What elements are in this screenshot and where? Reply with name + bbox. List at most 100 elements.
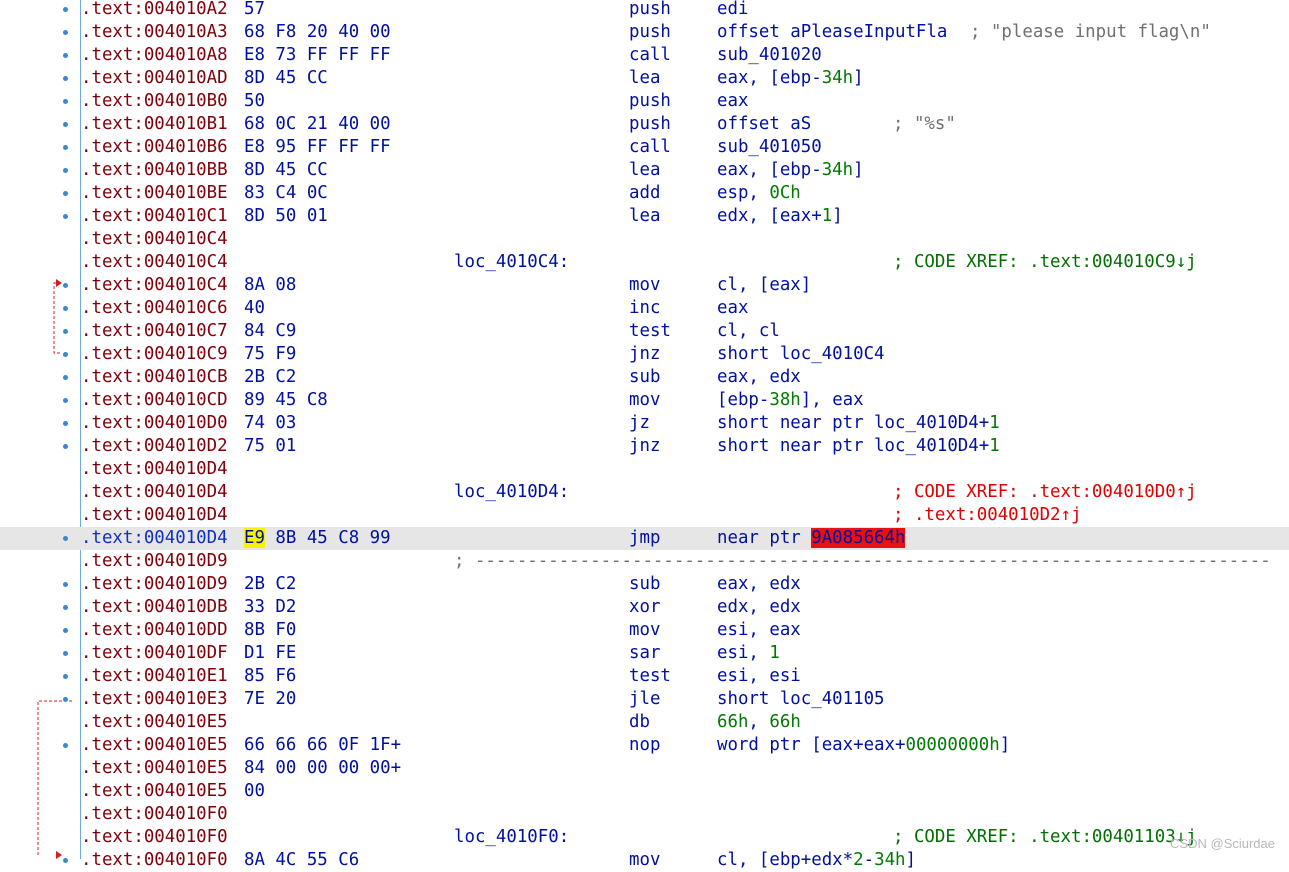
disasm-line[interactable]: .text:004010DB 33 D2 xor edx, edx — [0, 596, 1289, 619]
operands[interactable]: cl, [ebp+edx*2-34h] — [717, 849, 916, 872]
operands[interactable]: sub_401020 — [717, 44, 822, 67]
disasm-line[interactable]: .text:004010B1 68 0C 21 40 00 push offset a… — [0, 113, 1289, 136]
breakpoint-dot-icon[interactable] — [63, 122, 68, 127]
disasm-line[interactable]: .text:004010E5 db 66h, 66h — [0, 711, 1289, 734]
address[interactable]: .text:004010AD — [81, 67, 228, 90]
operands[interactable]: offset aS — [717, 113, 811, 136]
address[interactable]: .text:004010F0 — [81, 826, 228, 849]
mnemonic[interactable]: mov — [629, 849, 660, 872]
disassembly-listing[interactable]: .text:004010A2 57 push edi .text:004010A3 68 … — [0, 0, 1289, 870]
breakpoint-dot-icon[interactable] — [63, 7, 68, 12]
disasm-line[interactable]: .text:004010C4 loc_4010C4: ; CODE XREF: .t… — [0, 251, 1289, 274]
disasm-line[interactable]: .text:004010A8 E8 73 FF FF FF call sub_4010… — [0, 44, 1289, 67]
disasm-line[interactable]: .text:004010A3 68 F8 20 40 00 push offset a… — [0, 21, 1289, 44]
address[interactable]: .text:004010C4 — [81, 251, 228, 274]
mnemonic[interactable]: jnz — [629, 343, 660, 366]
disasm-line[interactable]: .text:004010AD 8D 45 CC lea eax, [ebp-34h] — [0, 67, 1289, 90]
address[interactable]: .text:004010DD — [81, 619, 228, 642]
mnemonic[interactable]: push — [629, 0, 671, 21]
operands[interactable]: short near ptr loc_4010D4+1 — [717, 435, 1000, 458]
operands[interactable]: word ptr [eax+eax+00000000h] — [717, 734, 1010, 757]
address[interactable]: .text:004010BE — [81, 182, 228, 205]
breakpoint-dot-icon[interactable] — [63, 444, 68, 449]
address[interactable]: .text:004010E5 — [81, 757, 228, 780]
disasm-line[interactable]: .text:004010D0 74 03 jz short near ptr loc_… — [0, 412, 1289, 435]
operands[interactable]: sub_401050 — [717, 136, 822, 159]
disasm-line[interactable]: .text:004010F0 — [0, 803, 1289, 826]
code-label[interactable]: loc_4010F0: — [454, 826, 569, 849]
breakpoint-dot-icon[interactable] — [63, 375, 68, 380]
breakpoint-dot-icon[interactable] — [63, 191, 68, 196]
breakpoint-dot-icon[interactable] — [63, 283, 68, 288]
address[interactable]: .text:004010C7 — [81, 320, 228, 343]
address[interactable]: .text:004010D4 — [81, 481, 228, 504]
disasm-line[interactable]: .text:004010D9 2B C2 sub eax, edx — [0, 573, 1289, 596]
disasm-line[interactable]: .text:004010C1 8D 50 01 lea edx, [eax+1] — [0, 205, 1289, 228]
breakpoint-dot-icon[interactable] — [63, 651, 68, 656]
disasm-line[interactable]: .text:004010E5 84 00 00 00 00+ — [0, 757, 1289, 780]
breakpoint-dot-icon[interactable] — [63, 398, 68, 403]
breakpoint-dot-icon[interactable] — [63, 352, 68, 357]
breakpoint-dot-icon[interactable] — [63, 145, 68, 150]
address[interactable]: .text:004010D9 — [81, 550, 228, 573]
address[interactable]: .text:004010C4 — [81, 274, 228, 297]
breakpoint-dot-icon[interactable] — [63, 76, 68, 81]
operands[interactable]: [ebp-38h], eax — [717, 389, 864, 412]
address[interactable]: .text:004010D4 — [81, 458, 228, 481]
operands[interactable]: offset aPleaseInputFla — [717, 21, 958, 44]
address[interactable]: .text:004010A2 — [81, 0, 228, 21]
address[interactable]: .text:004010D4 — [81, 527, 228, 550]
operands[interactable]: esi, eax — [717, 619, 801, 642]
address[interactable]: .text:004010F0 — [81, 849, 228, 872]
operands[interactable]: eax, [ebp-34h] — [717, 67, 864, 90]
disasm-line[interactable]: .text:004010F0 8A 4C 55 C6 mov cl, [ebp+edx… — [0, 849, 1289, 872]
operands[interactable]: eax, edx — [717, 366, 801, 389]
mnemonic[interactable]: call — [629, 136, 671, 159]
mnemonic[interactable]: inc — [629, 297, 660, 320]
disasm-line[interactable]: .text:004010C7 84 C9 test cl, cl — [0, 320, 1289, 343]
address[interactable]: .text:004010CD — [81, 389, 228, 412]
address[interactable]: .text:004010A3 — [81, 21, 228, 44]
disasm-line[interactable]: .text:004010D9 ; ------------------------… — [0, 550, 1289, 573]
operands[interactable]: edi — [717, 0, 748, 21]
breakpoint-dot-icon[interactable] — [63, 30, 68, 35]
operands[interactable]: short loc_4010C4 — [717, 343, 885, 366]
disasm-line[interactable]: .text:004010CD 89 45 C8 mov [ebp-38h], eax — [0, 389, 1289, 412]
disasm-line[interactable]: .text:004010C9 75 F9 jnz short loc_4010C4 — [0, 343, 1289, 366]
mnemonic[interactable]: jmp — [629, 527, 660, 550]
operands[interactable]: esi, esi — [717, 665, 801, 688]
address[interactable]: .text:004010D4 — [81, 504, 228, 527]
address[interactable]: .text:004010E3 — [81, 688, 228, 711]
breakpoint-dot-icon[interactable] — [63, 99, 68, 104]
disasm-line[interactable]: .text:004010D4 ; .text:004010D2↑j — [0, 504, 1289, 527]
address[interactable]: .text:004010F0 — [81, 803, 228, 826]
code-label[interactable]: loc_4010D4: — [454, 481, 569, 504]
mnemonic[interactable]: sar — [629, 642, 660, 665]
disasm-line[interactable]: .text:004010DF D1 FE sar esi, 1 — [0, 642, 1289, 665]
mnemonic[interactable]: jle — [629, 688, 660, 711]
breakpoint-dot-icon[interactable] — [63, 329, 68, 334]
operands[interactable]: eax — [717, 90, 748, 113]
address[interactable]: .text:004010B1 — [81, 113, 228, 136]
disasm-line[interactable]: .text:004010D4 — [0, 458, 1289, 481]
mnemonic[interactable]: lea — [629, 205, 660, 228]
address[interactable]: .text:004010B6 — [81, 136, 228, 159]
code-label[interactable]: loc_4010C4: — [454, 251, 569, 274]
mnemonic[interactable]: sub — [629, 366, 660, 389]
address[interactable]: .text:004010E5 — [81, 734, 228, 757]
mnemonic[interactable]: add — [629, 182, 660, 205]
breakpoint-dot-icon[interactable] — [63, 421, 68, 426]
breakpoint-dot-icon[interactable] — [63, 628, 68, 633]
mnemonic[interactable]: db — [629, 711, 650, 734]
address[interactable]: .text:004010CB — [81, 366, 228, 389]
address[interactable]: .text:004010BB — [81, 159, 228, 182]
disasm-line[interactable]: .text:004010C4 — [0, 228, 1289, 251]
mnemonic[interactable]: xor — [629, 596, 660, 619]
address[interactable]: .text:004010E1 — [81, 665, 228, 688]
address[interactable]: .text:004010E5 — [81, 711, 228, 734]
address[interactable]: .text:004010DF — [81, 642, 228, 665]
disasm-line[interactable]: .text:004010E3 7E 20 jle short loc_401105 — [0, 688, 1289, 711]
breakpoint-dot-icon[interactable] — [63, 214, 68, 219]
mnemonic[interactable]: sub — [629, 573, 660, 596]
mnemonic[interactable]: push — [629, 21, 671, 44]
